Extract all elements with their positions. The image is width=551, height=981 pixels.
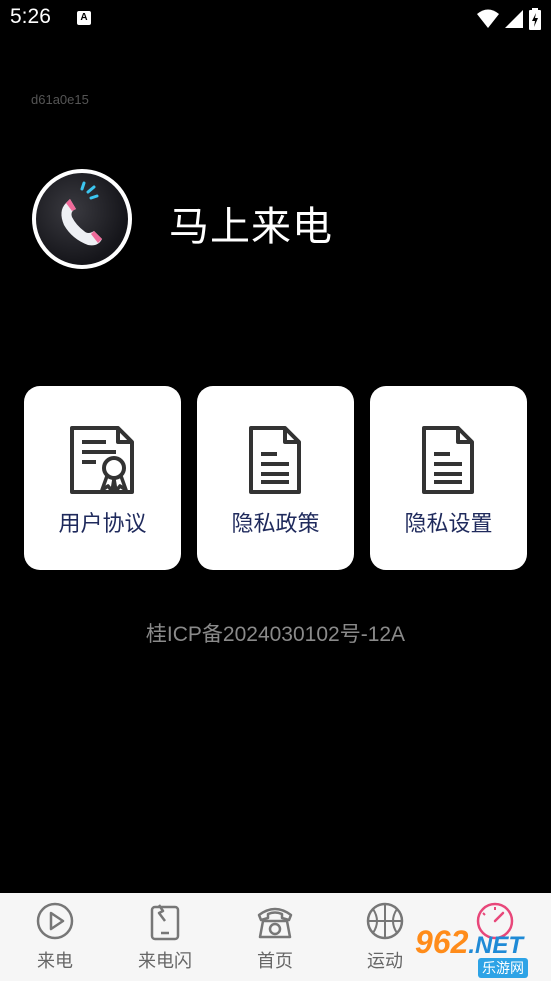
battery-icon bbox=[529, 8, 541, 30]
icp-license: 桂ICP备2024030102号-12A bbox=[145, 623, 406, 646]
flash-phone-icon bbox=[150, 904, 180, 941]
app-title: 马上来电 bbox=[169, 204, 333, 250]
user-agreement-card[interactable]: 用户协议 bbox=[24, 386, 181, 570]
privacy-policy-card[interactable]: 隐私政策 bbox=[197, 386, 354, 570]
phone-handset-icon bbox=[61, 181, 102, 246]
status-icons bbox=[477, 8, 541, 30]
watermark-logo: 962.NET bbox=[415, 924, 523, 961]
play-circle-icon bbox=[36, 902, 74, 940]
watermark-sub: 乐游网 bbox=[478, 958, 528, 978]
app-screen: 5:26 A d61a0e15 马上来电 用户协议 隐私政策 隐私设置 桂ICP… bbox=[0, 0, 551, 981]
status-bar: 5:26 A bbox=[0, 0, 551, 38]
app-logo bbox=[32, 169, 132, 269]
status-time: 5:26 bbox=[10, 5, 51, 28]
signal-icon bbox=[505, 10, 523, 28]
card-label: 隐私设置 bbox=[404, 512, 493, 537]
a-icon: A bbox=[77, 11, 91, 25]
card-label: 用户协议 bbox=[58, 512, 147, 537]
wifi-icon bbox=[477, 9, 499, 28]
privacy-settings-card[interactable]: 隐私设置 bbox=[370, 386, 527, 570]
tab-incoming-call[interactable]: 来电 bbox=[0, 893, 110, 981]
certificate-document-icon bbox=[70, 426, 134, 494]
document-icon bbox=[422, 426, 474, 494]
watermark-brand: 962 bbox=[415, 924, 469, 960]
tab-label: 首页 bbox=[257, 951, 293, 972]
watermark-suffix: .NET bbox=[468, 932, 524, 959]
card-label: 隐私政策 bbox=[231, 512, 320, 537]
tab-label: 来电闪 bbox=[138, 951, 192, 972]
tab-call-flash[interactable]: 来电闪 bbox=[110, 893, 220, 981]
basketball-icon bbox=[366, 902, 404, 940]
tab-home[interactable]: 首页 bbox=[220, 893, 330, 981]
tab-label: 来电 bbox=[37, 951, 73, 972]
document-icon bbox=[249, 426, 301, 494]
telephone-icon bbox=[257, 907, 293, 939]
build-id: d61a0e15 bbox=[31, 92, 89, 107]
